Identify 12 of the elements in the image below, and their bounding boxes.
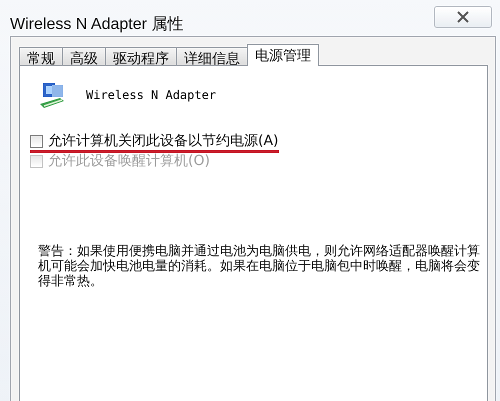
warning-text: 警告：如果使用便携电脑并通过电池为电脑供电，则允许网络适配器唤醒计算机可能会加快电池电量的消耗。如果在电脑位于电脑包中时唤醒，电脑将会变得非常热。 bbox=[38, 244, 481, 289]
device-name: Wireless N Adapter bbox=[86, 88, 216, 102]
window-title: Wireless N Adapter 属性 bbox=[10, 15, 184, 35]
tab[interactable]: 高级 bbox=[62, 47, 106, 65]
tab[interactable]: 常规 bbox=[19, 47, 63, 65]
close-button[interactable] bbox=[434, 6, 492, 28]
tab[interactable]: 电源管理 bbox=[247, 44, 319, 66]
checkbox-option[interactable]: 允许计算机关闭此设备以节约电源(A) bbox=[30, 132, 279, 150]
tab[interactable]: 详细信息 bbox=[176, 47, 248, 65]
checkbox[interactable] bbox=[30, 134, 43, 148]
tab[interactable]: 驱动程序 bbox=[105, 47, 177, 65]
close-icon bbox=[456, 11, 470, 23]
